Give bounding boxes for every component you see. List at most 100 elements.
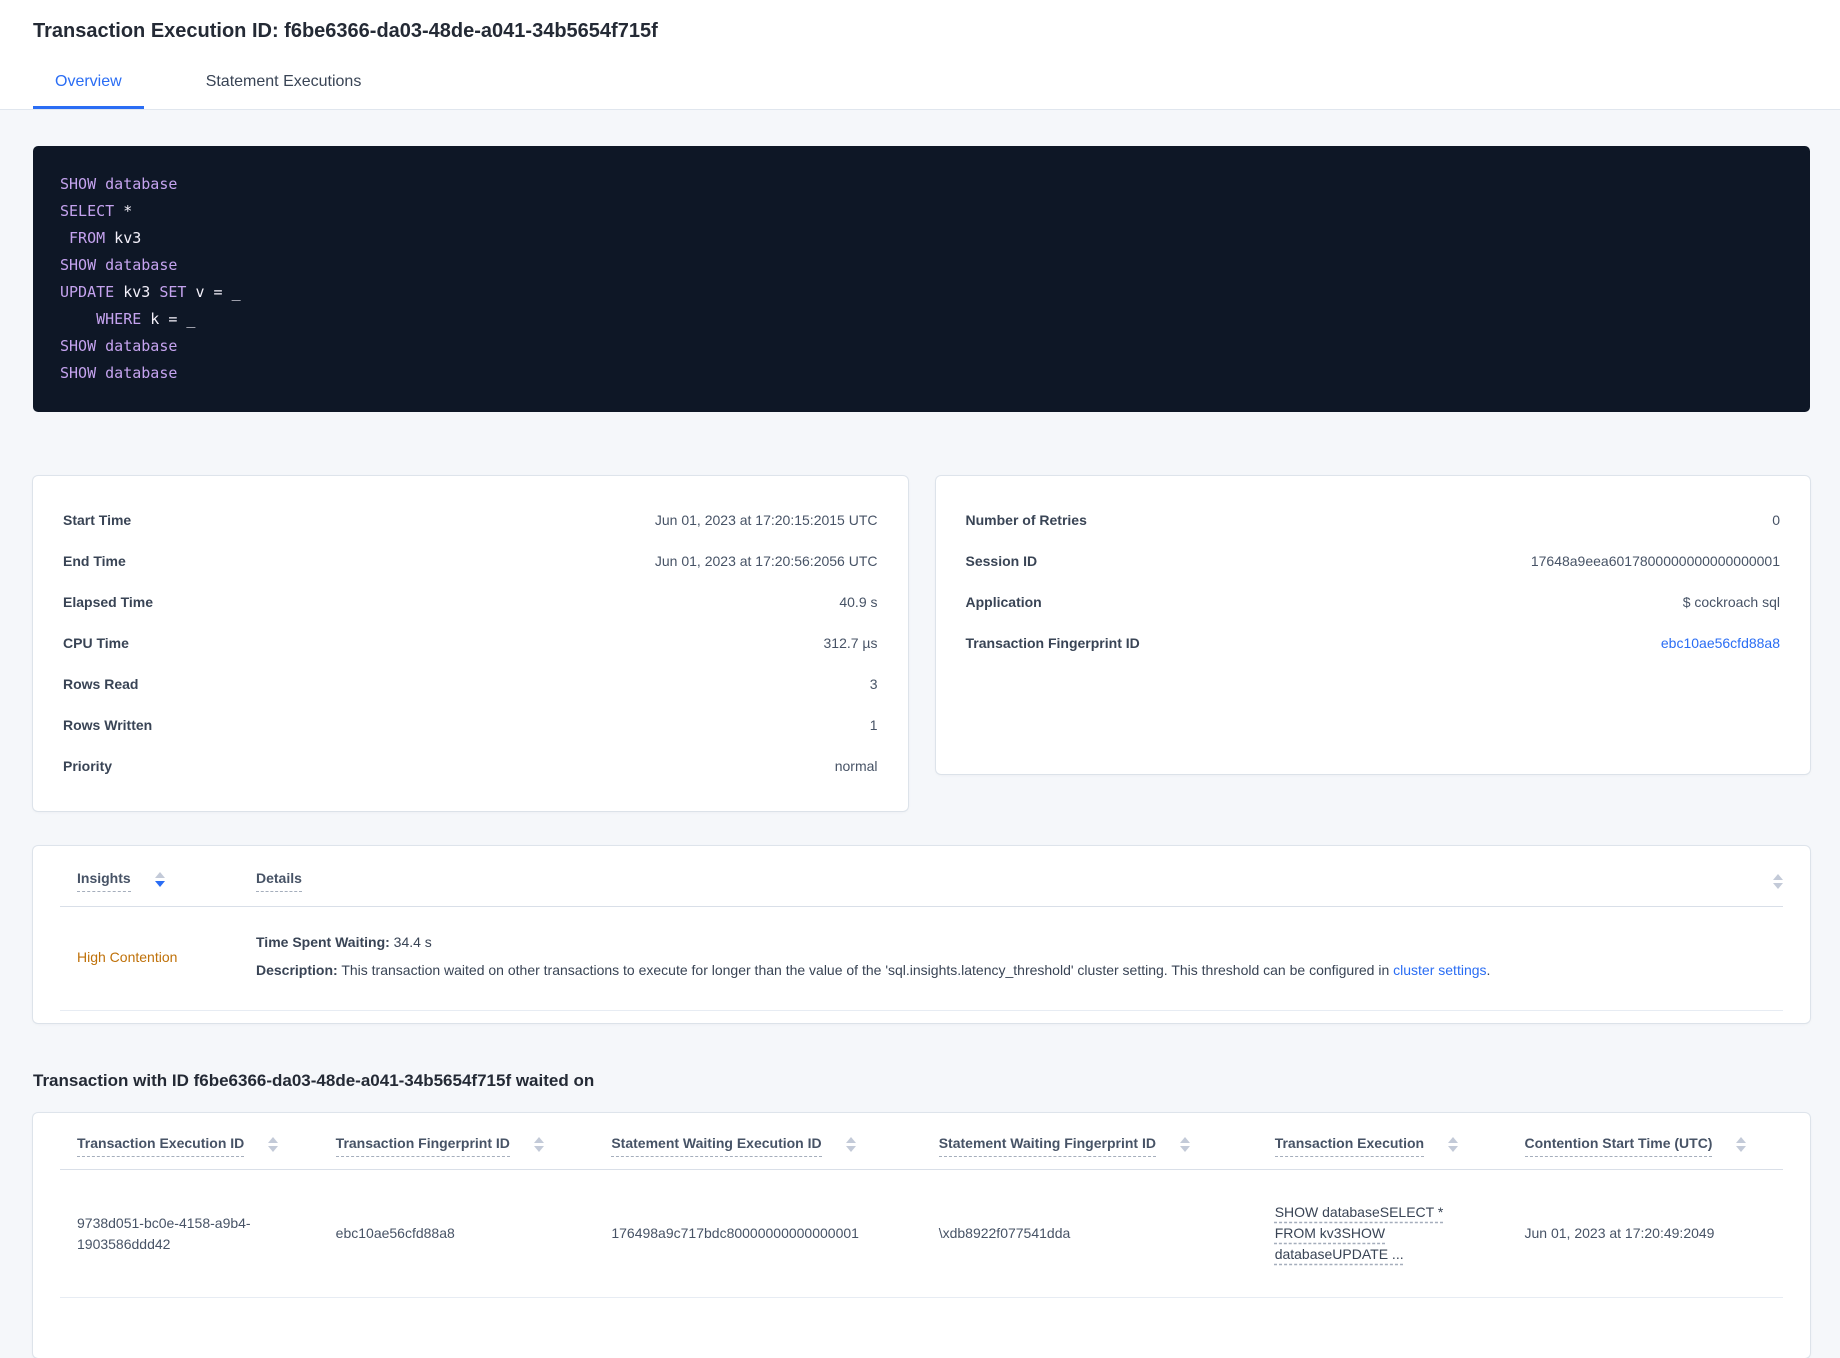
waited-on-table: Transaction Execution ID Transaction Fing… [60, 1113, 1783, 1298]
sort-toggle[interactable] [154, 871, 165, 887]
sort-asc-icon [533, 1136, 544, 1143]
sql-statements-box: SHOW database SELECT * FROM kv3 SHOW datab… [33, 146, 1810, 412]
sql-line: SHOW database [60, 252, 1783, 279]
description-text: This transaction waited on other transac… [337, 962, 1394, 978]
column-header-statement-waiting-execution-id[interactable]: Statement Waiting Execution ID [611, 1113, 939, 1170]
transaction-execution-link[interactable]: SHOW databaseSELECT * FROM kv3SHOW datab… [1275, 1202, 1453, 1265]
column-label: Contention Start Time (UTC) [1524, 1135, 1713, 1157]
stat-value: normal [834, 758, 878, 774]
sql-keyword: SELECT [60, 202, 115, 220]
cell-transaction-execution-id: 9738d051-bc0e-4158-a9b4-1903586ddd42 [60, 1169, 336, 1298]
stat-row: Number of Retries 0 [966, 500, 1781, 541]
sort-asc-icon [1179, 1136, 1190, 1143]
stat-value: Jun 01, 2023 at 17:20:56:2056 UTC [654, 553, 878, 569]
sql-line: UPDATE kv3 SET v = _ [60, 279, 1783, 306]
column-label: Insights [77, 870, 131, 892]
time-spent-waiting-line: Time Spent Waiting: 34.4 s [256, 930, 1783, 955]
time-spent-waiting-label: Time Spent Waiting: [256, 934, 390, 950]
stat-label: Application [965, 594, 1042, 610]
sort-toggle[interactable] [1179, 1136, 1190, 1152]
description-suffix: . [1486, 962, 1491, 978]
sort-asc-icon [1448, 1136, 1459, 1143]
sort-desc-icon [1179, 1145, 1190, 1152]
cell-statement-waiting-fingerprint-id: \xdb8922f077541dda [938, 1169, 1275, 1298]
sql-keyword: FROM [69, 229, 106, 247]
page-content: SHOW database SELECT * FROM kv3 SHOW datab… [0, 110, 1840, 1358]
sql-keyword: UPDATE [60, 283, 115, 301]
stat-row: Elapsed Time 40.9 s [63, 582, 878, 623]
stat-row: Session ID 17648a9eea60178000000000000000… [966, 541, 1781, 582]
sql-text: * [114, 202, 133, 220]
description-label: Description: [256, 962, 338, 978]
sql-text: k = _ [141, 310, 196, 328]
stat-row: Start Time Jun 01, 2023 at 17:20:15:2015 … [63, 500, 878, 541]
tab-overview[interactable]: Overview [33, 73, 144, 109]
stat-value: 17648a9eea6017800000000000000001 [1530, 553, 1780, 569]
sort-desc-icon [1736, 1145, 1747, 1152]
column-header-transaction-fingerprint-id[interactable]: Transaction Fingerprint ID [335, 1113, 612, 1170]
stat-value: 312.7 µs [823, 635, 878, 651]
stat-label: Priority [63, 758, 113, 774]
sql-text: kv3 [105, 229, 142, 247]
cluster-settings-link[interactable]: cluster settings [1393, 962, 1486, 978]
tab-statement-executions[interactable]: Statement Executions [184, 73, 384, 109]
stat-row: Transaction Fingerprint ID ebc10ae56cfd88… [966, 623, 1781, 664]
transaction-fingerprint-link[interactable]: ebc10ae56cfd88a8 [1661, 633, 1780, 654]
sql-line: SHOW database [60, 360, 1783, 387]
column-header-transaction-execution-id[interactable]: Transaction Execution ID [60, 1113, 336, 1170]
sort-toggle[interactable] [268, 1136, 279, 1152]
sql-keyword: SET [159, 283, 187, 301]
stat-value: 0 [1772, 512, 1780, 528]
stat-value: 3 [869, 676, 878, 692]
stat-value: 40.9 s [839, 594, 878, 610]
time-spent-waiting-value: 34.4 s [389, 934, 432, 950]
sql-keyword: SHOW database [60, 364, 178, 382]
sql-keyword: SHOW database [60, 337, 178, 355]
sql-line: FROM kv3 [60, 225, 1783, 252]
column-header-statement-waiting-fingerprint-id[interactable]: Statement Waiting Fingerprint ID [938, 1113, 1275, 1170]
column-label: Statement Waiting Execution ID [611, 1135, 822, 1157]
sort-toggle[interactable] [1448, 1136, 1459, 1152]
stat-label: Number of Retries [965, 512, 1087, 528]
sort-toggle[interactable] [1773, 874, 1783, 890]
column-header-contention-start-time-utc[interactable]: Contention Start Time (UTC) [1524, 1113, 1783, 1170]
sql-keyword: WHERE [96, 310, 142, 328]
sort-toggle[interactable] [845, 1136, 856, 1152]
stat-label: Session ID [965, 553, 1038, 569]
execution-stats-card: Start Time Jun 01, 2023 at 17:20:15:2015 … [33, 476, 908, 811]
stat-row: Rows Written 1 [63, 705, 878, 746]
sort-desc-icon [845, 1145, 856, 1152]
stat-row: CPU Time 312.7 µs [63, 623, 878, 664]
column-label: Transaction Execution ID [77, 1135, 245, 1157]
page-title: Transaction Execution ID: f6be6366-da03-… [33, 20, 658, 42]
sort-desc-icon [533, 1145, 544, 1152]
waited-on-card: Transaction Execution ID Transaction Fing… [33, 1113, 1810, 1358]
cell-contention-start-time: Jun 01, 2023 at 17:20:49:2049 [1524, 1169, 1783, 1298]
stat-value: Jun 01, 2023 at 17:20:15:2015 UTC [654, 512, 878, 528]
column-header-details[interactable]: Details [256, 846, 1510, 907]
stat-label: Rows Read [63, 676, 139, 692]
tab-bar: Overview Statement Executions [33, 73, 1807, 109]
waited-on-title: Transaction with ID f6be6366-da03-48de-a… [33, 1071, 595, 1090]
cell-transaction-fingerprint-id: ebc10ae56cfd88a8 [335, 1169, 612, 1298]
sort-toggle[interactable] [533, 1136, 544, 1152]
stat-value: 1 [869, 717, 878, 733]
column-header-insights[interactable]: Insights [60, 846, 256, 907]
sql-text: v = _ [186, 283, 241, 301]
column-label: Statement Waiting Fingerprint ID [938, 1135, 1156, 1157]
sort-toggle[interactable] [1736, 1136, 1747, 1152]
stat-label: Transaction Fingerprint ID [965, 635, 1140, 651]
sql-keyword: SHOW database [60, 256, 178, 274]
sort-asc-icon [154, 871, 165, 878]
sort-desc-icon [268, 1145, 279, 1152]
column-header-transaction-execution[interactable]: Transaction Execution [1274, 1113, 1525, 1170]
stat-label: Elapsed Time [63, 594, 154, 610]
stat-label: End Time [63, 553, 126, 569]
insights-header-spacer [1509, 846, 1783, 907]
stat-row: Priority normal [63, 746, 878, 787]
insights-card: Insights Details High Contention Time Sp… [33, 846, 1810, 1023]
sort-desc-icon [154, 880, 165, 887]
stat-label: CPU Time [63, 635, 129, 651]
